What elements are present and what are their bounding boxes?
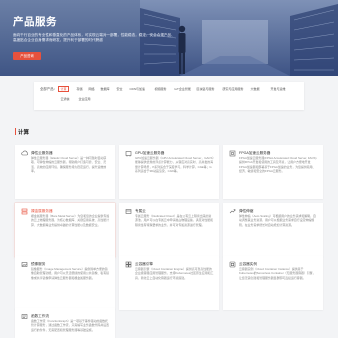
consult-button[interactable]: 产品咨询 (13, 52, 41, 60)
filter-tag[interactable]: 数据库 (98, 86, 112, 92)
bare-metal-icon (21, 208, 28, 215)
filter-tag[interactable]: 安全 (114, 86, 125, 92)
product-card[interactable]: GPU加速云服务器 GPU加速云服务器（GPU Accelerated Cloud… (119, 145, 219, 199)
product-card-description: 镜像服务（Image Management Service）提供简单方便的镜像自… (31, 267, 110, 280)
product-card-description: 裸金属服务器（Bare Metal Server）为您和您的企业提供专属的云上物… (31, 214, 110, 227)
filter-tag[interactable]: 计算 (58, 86, 70, 92)
cloud-server-icon (21, 150, 29, 157)
product-card[interactable]: FPGA加速云服务器 FPGA加速云服务器(FPGA Accelerated Cl… (223, 145, 323, 199)
filter-tag[interactable]: 视频服务 (152, 86, 169, 92)
product-card-title: 镜像服务 (31, 261, 46, 266)
product-card-description: FPGA加速云服务器(FPGA Accelerated Cloud Server… (239, 156, 317, 174)
person-silhouette (178, 25, 186, 74)
filter-tag[interactable]: IoT企业智能 (172, 86, 193, 92)
product-card-description: 云容器引擎（Cloud Container Engine）提供高可靠高性能的企业… (135, 267, 214, 280)
filter-tag[interactable]: 企业应用 (76, 96, 93, 102)
filter-tag[interactable]: 研究与应用服务 (220, 86, 246, 92)
container-engine-icon (125, 261, 132, 268)
product-card-description: 函数工作流（FunctionGraph）是一项基于事件驱动的函数托管计算服务，通… (31, 319, 110, 332)
product-card-title: 弹性伸缩 (239, 208, 254, 213)
product-card-title: 函数工作流 (31, 313, 49, 318)
filter-tag[interactable]: CDN与加速 (127, 86, 148, 92)
container-instance-icon (229, 261, 236, 268)
filter-tag[interactable]: 网络 (86, 86, 97, 92)
product-card[interactable]: 专属云 专属云服务（Dedicated Cloud）是在公有云上隔离出来的资源池，… (119, 203, 219, 257)
hero-banner: 产品服务 面向千行百业的专业性和垂直化的产品体系，可实现云端对一部署，性能稳态，… (0, 0, 338, 76)
product-card-title: 云容器实例 (239, 261, 257, 266)
product-card-title: 弹性云服务器 (31, 150, 53, 155)
product-card[interactable]: 云容器引擎 云容器引擎（Cloud Container Engine）提供高可靠高… (119, 256, 219, 310)
fpga-icon (229, 150, 236, 157)
product-card-title: 专属云 (135, 208, 146, 213)
product-card-title: FPGA加速云服务器 (239, 150, 271, 155)
section-accent-bar (15, 128, 17, 135)
product-card-title: GPU加速云服务器 (135, 150, 165, 155)
filter-label: 全部产品： (40, 87, 57, 91)
filter-tag[interactable]: 大数据 (248, 86, 262, 92)
filter-tag[interactable]: 开发与运维 (268, 86, 288, 92)
product-card-title: 裸金属服务器 (31, 208, 53, 213)
product-card-description: 弹性云服务器（Elastic Cloud Server）是一种可随时自动获取、可… (31, 156, 107, 174)
product-card[interactable]: 云容器实例 云容器实例（Cloud Container Instance）提供基于… (223, 256, 323, 310)
product-card[interactable]: 函数工作流 函数工作流（FunctionGraph）是一项基于事件驱动的函数托管计… (15, 308, 115, 338)
product-card-description: 云容器实例（Cloud Container Instance）提供基于Kuber… (239, 267, 316, 280)
auto-scaling-icon (229, 208, 236, 215)
category-filter: 全部产品： 计算 存储 网络 数据库 安全 CDN与加速 视频服务 IoT企业智能 区块链与服务… (34, 82, 304, 110)
product-card[interactable]: 弹性云服务器 弹性云服务器（Elastic Cloud Server）是一种可随时… (15, 145, 115, 199)
gpu-icon (125, 150, 132, 157)
dedicated-cloud-icon (125, 208, 132, 215)
product-card-title: 云容器引擎 (135, 261, 153, 266)
product-card-description: 专属云服务（Dedicated Cloud）是在公有云上隔离出来的资源池，用户可… (135, 214, 214, 227)
filter-tag[interactable]: 云通信 (58, 96, 72, 102)
product-card[interactable]: 弹性伸缩 弹性伸缩（Auto Scaling）可根据用户的业务需求和策略，自动调整… (223, 203, 323, 257)
function-graph-icon (21, 313, 28, 320)
product-card[interactable]: 裸金属服务器 裸金属服务器（Bare Metal Server）为您和您的企业提供… (15, 203, 115, 257)
product-card-description: GPU加速云服务器（GPU Accelerated Cloud Server，G… (135, 156, 214, 174)
page-title: 产品服务 (13, 16, 57, 28)
product-card-description: 弹性伸缩（Auto Scaling）可根据用户的业务需求和策略，自动调整其业务资… (239, 214, 316, 227)
filter-tag[interactable]: 区块链与服务 (194, 86, 217, 92)
hero-description: 面向千行百业的专业性和垂直化的产品体系，可实现云端对一部署，性能稳态，稳定、安全… (13, 33, 175, 42)
section-title: 计算 (18, 130, 30, 136)
filter-tag[interactable]: 存储 (74, 86, 85, 92)
image-service-icon (21, 261, 28, 268)
product-card[interactable]: 镜像服务 镜像服务（Image Management Service）提供简单方便… (15, 256, 115, 310)
